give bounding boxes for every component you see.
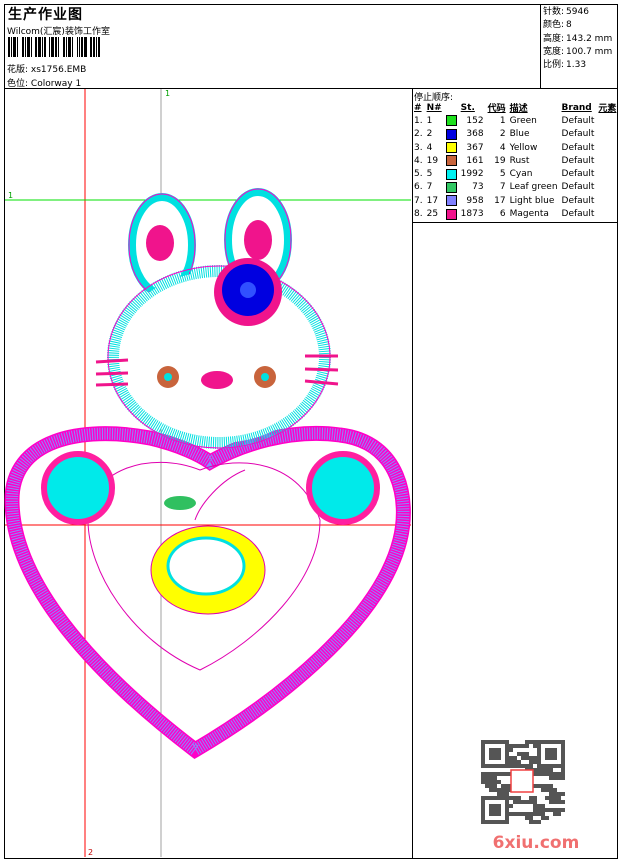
- guide-label: 2: [88, 848, 93, 857]
- watermark-text: 6xiu.com: [493, 833, 580, 853]
- guide-label: 1: [165, 89, 170, 98]
- design-canvas: 1 1 2 4 6xiu.com: [4, 89, 580, 857]
- production-worksheet: 生产作业图 Wilcom(汇宸)装饰工作室 花版: xs1756.EMB 色位:…: [0, 0, 620, 860]
- rabbit: [95, 188, 339, 449]
- flower: [214, 258, 282, 326]
- leaf: [164, 496, 196, 510]
- seal-stamp: [510, 769, 534, 793]
- apple: [150, 525, 266, 615]
- guide-label: 1: [8, 191, 13, 200]
- nose: [201, 371, 233, 389]
